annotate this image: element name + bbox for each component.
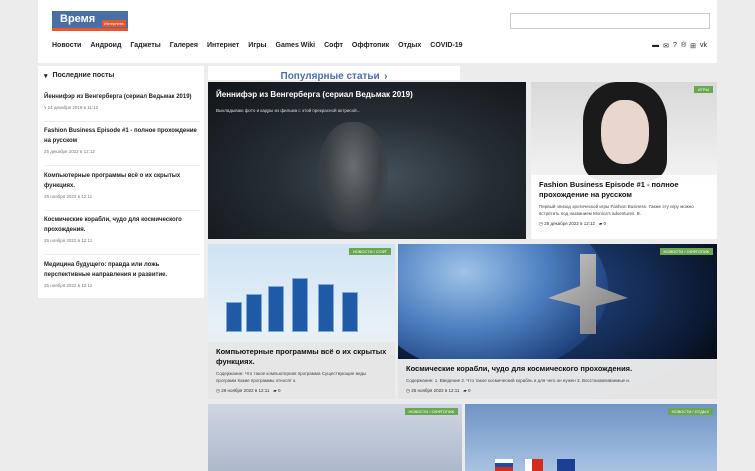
nav-item-soft[interactable]: Софт (324, 42, 343, 49)
main-nav: Новости Андроид Гаджеты Галерея Интернет… (52, 42, 472, 49)
earth-photo (398, 244, 608, 374)
chevron-down-icon: ▾ (44, 73, 48, 80)
flag-photo (495, 459, 513, 471)
chevron-right-icon: › (384, 71, 388, 82)
monitor-shape (292, 278, 308, 332)
nav-item-covid[interactable]: COVID-19 (430, 42, 462, 49)
comment-icon: ▰ (598, 221, 603, 226)
sidebar-post[interactable]: Йеннифэр из Венгерберга (сериал Ведьмак … (44, 92, 200, 122)
mail-icon[interactable]: ✉ (663, 42, 669, 50)
comment-icon: ▰ (463, 388, 467, 393)
monitor-shape (268, 286, 284, 332)
monitors-photo (226, 272, 376, 332)
card-title[interactable]: Компьютерные программы всё о их скрытых … (216, 347, 387, 367)
monitor-shape (342, 292, 358, 332)
monitor-shape (226, 302, 242, 332)
logo-subtext: Интернета (102, 20, 126, 27)
sidebar-title[interactable]: ▾ Последние посты (44, 72, 114, 80)
actress-photo (318, 122, 388, 232)
logo-text: Время (60, 13, 96, 25)
nav-item-gadgets[interactable]: Гаджеты (130, 42, 160, 49)
help-icon[interactable]: ? (673, 42, 677, 50)
woman-face (601, 100, 649, 164)
card-desc: Первый эпизод эротической игры Fashion B… (539, 204, 694, 216)
nav-item-games-wiki[interactable]: Games Wiki (276, 42, 316, 49)
card-caption: Fashion Business Episode #1 - полное про… (531, 175, 717, 239)
nav-item-gallery[interactable]: Галерея (170, 42, 198, 49)
sidebar-post[interactable]: Медицина будущего: правда или ложь персп… (44, 260, 200, 294)
header-icons: ▬ ✉ ? ® ⊞ vk (652, 42, 707, 50)
category-badge[interactable]: Новости / Оффтопик (659, 248, 713, 255)
site-header: Время Интернета Новости Андроид Гаджеты … (38, 0, 717, 63)
sidebar-post[interactable]: Fashion Business Episode #1 - полное про… (44, 126, 200, 166)
card-icon[interactable]: ▬ (652, 42, 659, 50)
popular-articles-heading[interactable]: Популярные статьи › (208, 66, 460, 82)
card-desc: Выкладываю фото и кадры из фильма с этой… (216, 108, 361, 113)
card-title[interactable]: Йеннифэр из Венгерберга (сериал Ведьмак … (216, 90, 413, 100)
latest-posts-sidebar: ▾ Последние посты Йеннифэр из Венгерберг… (38, 66, 204, 298)
card-meta: ◷ 25 декабря 2022 в 12:12 ▰ 0 (539, 221, 607, 226)
sidebar-post[interactable]: Компьютерные программы всё о их скрытых … (44, 171, 200, 211)
monitor-shape (318, 284, 334, 332)
article-card[interactable]: Новости / Софт Компьютерные программы вс… (208, 244, 395, 399)
category-badge[interactable]: Новости / Отдых (667, 408, 713, 415)
rss-icon[interactable]: ® (681, 42, 686, 50)
article-card[interactable]: Новости / Отдых (465, 404, 717, 471)
nav-item-rest[interactable]: Отдых (398, 42, 421, 49)
clock-icon: ◷ (406, 388, 410, 393)
article-card[interactable]: Новости / Оффтопик Космические корабли, … (398, 244, 717, 399)
card-title[interactable]: Космические корабли, чудо для космическо… (406, 364, 709, 374)
nav-item-news[interactable]: Новости (52, 42, 81, 49)
comment-icon: ▰ (273, 388, 277, 393)
search-input[interactable] (510, 13, 710, 29)
card-meta: ◷ 29 ноября 2022 в 12:11 ▰ 0 (216, 388, 281, 393)
nav-item-offtopic[interactable]: Оффтопик (352, 42, 389, 49)
article-card[interactable]: Игры Fashion Business Episode #1 - полно… (531, 82, 717, 239)
card-desc: Содержание: 1. Введение 2. Что такое кос… (406, 378, 631, 383)
flag-photo (525, 459, 543, 471)
monitor-shape (246, 294, 262, 332)
card-title[interactable]: Fashion Business Episode #1 - полное про… (539, 180, 709, 200)
site-logo[interactable]: Время Интернета (52, 11, 128, 31)
nav-item-games[interactable]: Игры (248, 42, 266, 49)
card-meta: ◷ 25 ноября 2022 в 12:11 ▰ 0 (406, 388, 471, 393)
article-card[interactable]: Йеннифэр из Венгерберга (сериал Ведьмак … (208, 82, 526, 239)
vk-icon[interactable]: vk (700, 42, 707, 50)
clock-icon: ◷ (539, 221, 543, 226)
category-badge[interactable]: Игры (693, 86, 713, 93)
category-badge[interactable]: Новости / Софт (348, 248, 391, 255)
nav-item-android[interactable]: Андроид (90, 42, 121, 49)
article-card[interactable]: Новости / Оффтопик (208, 404, 462, 471)
nav-item-internet[interactable]: Интернет (207, 42, 239, 49)
card-caption: Компьютерные программы всё о их скрытых … (208, 342, 395, 399)
share-icon[interactable]: ⊞ (690, 42, 696, 50)
clock-icon: ◷ (216, 388, 220, 393)
flag-photo (557, 459, 575, 471)
card-desc: Содержание: Что такое компьютерная прогр… (216, 371, 367, 383)
flash-icon: ϟ (44, 105, 47, 110)
sidebar-post[interactable]: Космические корабли, чудо для космическо… (44, 215, 200, 255)
card-caption: Космические корабли, чудо для космическо… (398, 359, 717, 399)
category-badge[interactable]: Новости / Оффтопик (404, 408, 458, 415)
